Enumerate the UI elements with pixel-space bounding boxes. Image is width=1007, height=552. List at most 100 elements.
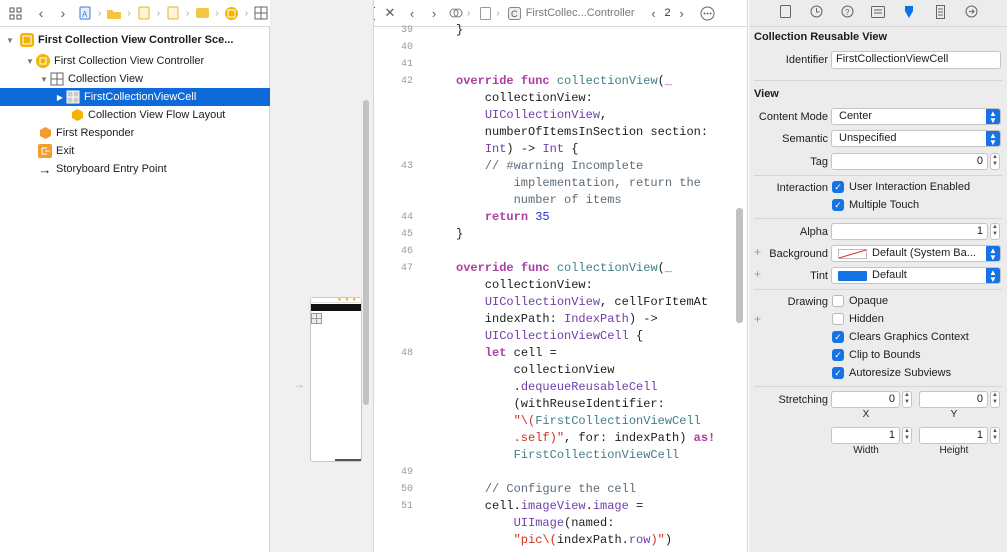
forward-icon[interactable]: › xyxy=(54,4,72,22)
disclosure-triangle-icon[interactable]: ▼ xyxy=(38,75,50,84)
code-line[interactable]: UICollectionView, cellForItemAt xyxy=(375,294,748,311)
code-line[interactable]: UICollectionView, xyxy=(375,107,748,124)
scene-icon[interactable] xyxy=(193,4,211,22)
code-line[interactable]: .dequeueReusableCell xyxy=(375,379,748,396)
outline-item-collection-view[interactable]: ▼ Collection View xyxy=(0,70,270,88)
code-line[interactable]: "\(FirstCollectionViewCell xyxy=(375,413,748,430)
code-line[interactable]: (withReuseIdentifier: xyxy=(375,396,748,413)
outline-item-entry-point[interactable]: → Storyboard Entry Point xyxy=(0,160,270,178)
content-mode-select[interactable]: Center ▲ ▼ xyxy=(831,108,1001,125)
code-line[interactable]: 40 xyxy=(375,39,748,56)
class-icon[interactable]: C xyxy=(504,6,526,20)
code-line[interactable]: 43 // #warning Incomplete xyxy=(375,158,748,175)
plus-icon[interactable]: + xyxy=(754,312,761,326)
code-line[interactable]: collectionView: xyxy=(375,277,748,294)
history-inspector-icon[interactable] xyxy=(806,5,827,21)
background-select[interactable]: Default (System Ba... ▲ ▼ xyxy=(831,245,1001,262)
opaque-checkbox[interactable]: Opaque xyxy=(832,295,888,307)
code-line[interactable]: 46 xyxy=(375,243,748,260)
code-line[interactable]: collectionView: xyxy=(375,90,748,107)
controller-icon[interactable] xyxy=(223,4,241,22)
code-line[interactable]: FirstCollectionViewCell xyxy=(375,447,748,464)
editor-scrollbar[interactable] xyxy=(736,208,743,323)
outline-item-first-responder[interactable]: First Responder xyxy=(0,124,270,142)
stretch-x-field[interactable]: 0 xyxy=(831,391,900,408)
code-line[interactable]: UICollectionViewCell { xyxy=(375,328,748,345)
code-line[interactable]: 42 override func collectionView(_ xyxy=(375,73,748,90)
more-options-icon[interactable] xyxy=(697,6,719,21)
semantic-select[interactable]: Unspecified ▲ ▼ xyxy=(831,130,1001,147)
multiple-touch-checkbox[interactable]: ✓ Multiple Touch xyxy=(832,199,919,211)
file-inspector-icon[interactable] xyxy=(775,5,796,21)
grid-icon[interactable] xyxy=(6,4,24,22)
code-line[interactable]: UIImage(named: xyxy=(375,515,748,532)
size-inspector-icon[interactable] xyxy=(930,4,951,22)
code-line[interactable]: 45} xyxy=(375,226,748,243)
code-line[interactable]: collectionView xyxy=(375,362,748,379)
scene-preview[interactable]: ● ● ● xyxy=(310,297,362,462)
user-interaction-checkbox[interactable]: ✓ User Interaction Enabled xyxy=(832,181,970,193)
stretch-height-stepper[interactable]: ▲ ▼ xyxy=(990,427,1000,444)
code-line[interactable]: implementation, return the xyxy=(375,175,748,192)
code-line[interactable]: indexPath: IndexPath) -> xyxy=(375,311,748,328)
code-line[interactable]: 47 override func collectionView(_ xyxy=(375,260,748,277)
clears-graphics-checkbox[interactable]: ✓ Clears Graphics Context xyxy=(832,331,969,343)
connections-inspector-icon[interactable] xyxy=(961,5,982,21)
code-line[interactable]: 39} xyxy=(375,22,748,39)
storyboard-file-icon[interactable] xyxy=(164,4,182,22)
clip-bounds-checkbox[interactable]: ✓ Clip to Bounds xyxy=(832,349,921,361)
code-editor[interactable]: ✕ ‹ › › › C FirstCollec...Controller ‹ 2… xyxy=(375,0,748,552)
related-items-icon[interactable] xyxy=(445,7,467,19)
outline-item-scene[interactable]: ▼ First Collection View Controller Sce..… xyxy=(0,28,270,52)
code-line[interactable]: "pic\(indexPath.row)") xyxy=(375,532,748,549)
close-icon[interactable]: ✕ xyxy=(379,5,401,21)
disclosure-triangle-icon[interactable]: ▶ xyxy=(54,93,66,102)
outline-item-controller[interactable]: ▼ First Collection View Controller xyxy=(0,52,270,70)
collection-view-icon[interactable] xyxy=(252,4,270,22)
stretch-height-field[interactable]: 1 xyxy=(919,427,988,444)
outline-item-cell[interactable]: ▶ FirstCollectionViewCell xyxy=(0,88,270,106)
outline-item-exit[interactable]: Exit xyxy=(0,142,270,160)
stretch-y-stepper[interactable]: ▲ ▼ xyxy=(990,391,1000,408)
next-issue-icon[interactable]: › xyxy=(671,6,693,21)
forward-icon[interactable]: › xyxy=(423,6,445,21)
folder-icon[interactable] xyxy=(105,4,123,22)
back-icon[interactable]: ‹ xyxy=(32,4,50,22)
stretch-x-stepper[interactable]: ▲ ▼ xyxy=(902,391,912,408)
attributes-inspector-icon[interactable] xyxy=(899,5,920,22)
alpha-field[interactable]: 1 xyxy=(831,223,988,240)
editor-breadcrumb[interactable]: FirstCollec...Controller xyxy=(526,7,635,19)
tag-stepper[interactable]: ▲ ▼ xyxy=(990,153,1000,170)
code-line[interactable]: numberOfItemsInSection section: xyxy=(375,124,748,141)
code-line[interactable]: 48 let cell = xyxy=(375,345,748,362)
stretch-width-stepper[interactable]: ▲ ▼ xyxy=(902,427,912,444)
storyboard-canvas[interactable]: → ● ● ● xyxy=(270,0,374,552)
disclosure-triangle-icon[interactable]: ▼ xyxy=(4,36,16,45)
back-icon[interactable]: ‹ xyxy=(401,6,423,21)
autoresize-checkbox[interactable]: ✓ Autoresize Subviews xyxy=(832,367,951,379)
identifier-field[interactable]: FirstCollectionViewCell xyxy=(831,51,1001,69)
code-line[interactable]: 50 // Configure the cell xyxy=(375,481,748,498)
folder-icon[interactable] xyxy=(135,4,153,22)
help-inspector-icon[interactable]: ? xyxy=(837,5,858,21)
tint-select[interactable]: Default ▲ ▼ xyxy=(831,267,1001,284)
disclosure-triangle-icon[interactable]: ▼ xyxy=(24,57,36,66)
code-line[interactable]: 49 xyxy=(375,464,748,481)
code-line[interactable]: number of items xyxy=(375,192,748,209)
swift-file-icon[interactable]: A xyxy=(76,4,94,22)
code-line[interactable]: Int) -> Int { xyxy=(375,141,748,158)
stretch-y-field[interactable]: 0 xyxy=(919,391,988,408)
identity-inspector-icon[interactable] xyxy=(868,5,889,21)
canvas-scrollbar[interactable] xyxy=(363,100,369,405)
code-line[interactable]: 41 xyxy=(375,56,748,73)
outline-item-flow-layout[interactable]: Collection View Flow Layout xyxy=(0,106,270,124)
code-line[interactable]: 51 cell.imageView.image = xyxy=(375,498,748,515)
stretch-width-field[interactable]: 1 xyxy=(831,427,900,444)
alpha-stepper[interactable]: ▲ ▼ xyxy=(990,223,1000,240)
code-line[interactable]: .self)", for: indexPath) as! xyxy=(375,430,748,447)
file-icon[interactable] xyxy=(474,6,496,20)
previous-issue-icon[interactable]: ‹ xyxy=(643,6,665,21)
code-line[interactable]: 44 return 35 xyxy=(375,209,748,226)
tag-field[interactable]: 0 xyxy=(831,153,988,170)
hidden-checkbox[interactable]: Hidden xyxy=(832,313,884,325)
